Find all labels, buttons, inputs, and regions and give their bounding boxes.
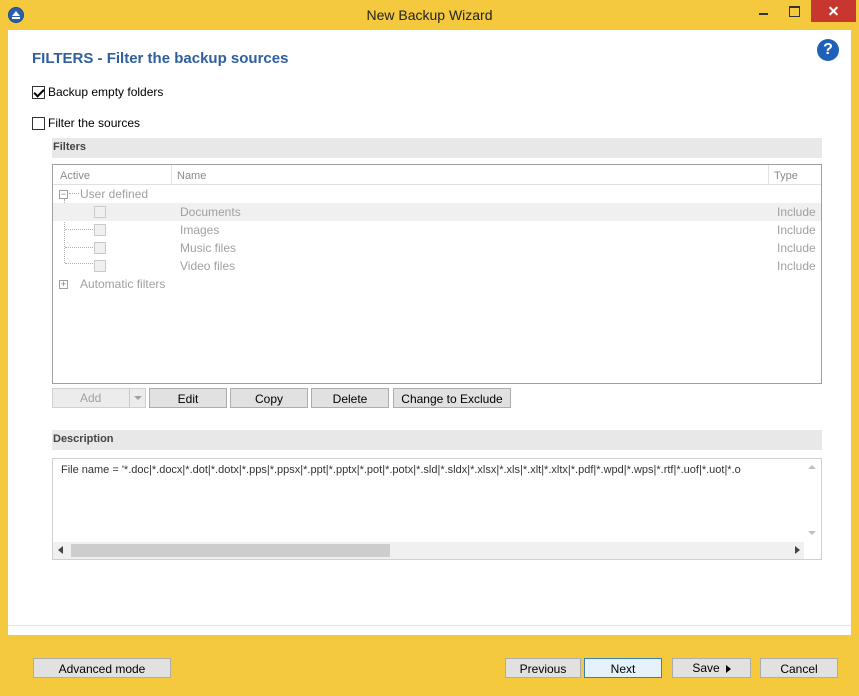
advanced-mode-button[interactable]: Advanced mode bbox=[33, 658, 171, 678]
wizard-window: New Backup Wizard FILTERS - Filter the b… bbox=[0, 0, 859, 696]
filters-section-header: Filters bbox=[52, 138, 822, 158]
column-active: Active bbox=[60, 170, 90, 182]
copy-filter-button[interactable]: Copy bbox=[230, 388, 308, 408]
filter-name: Images bbox=[180, 223, 220, 237]
filter-row[interactable]: Documents Include bbox=[53, 203, 821, 221]
filter-active-checkbox[interactable] bbox=[94, 260, 106, 272]
page-title: FILTERS - Filter the backup sources bbox=[32, 50, 289, 67]
filter-active-checkbox[interactable] bbox=[94, 224, 106, 236]
expand-icon[interactable]: + bbox=[59, 280, 68, 289]
backup-empty-folders-label: Backup empty folders bbox=[48, 85, 164, 99]
column-divider bbox=[171, 165, 172, 185]
edit-filter-button[interactable]: Edit bbox=[149, 388, 227, 408]
filter-type: Include bbox=[777, 241, 816, 255]
filter-row[interactable]: Video files Include bbox=[53, 257, 821, 275]
filter-active-checkbox[interactable] bbox=[94, 206, 106, 218]
description-box: File name = '*.doc|*.docx|*.dot|*.dotx|*… bbox=[52, 458, 822, 560]
filter-sources-option[interactable]: Filter the sources bbox=[32, 116, 140, 130]
collapse-icon[interactable]: − bbox=[59, 190, 68, 199]
column-type: Type bbox=[774, 170, 798, 182]
title-bar: New Backup Wizard bbox=[0, 0, 859, 30]
wizard-content: FILTERS - Filter the backup sources ? Ba… bbox=[8, 30, 851, 635]
filter-name: Documents bbox=[180, 205, 241, 219]
triangle-right-icon bbox=[725, 664, 731, 673]
filters-tree: Active Name Type − User defined Document… bbox=[52, 164, 822, 384]
filter-sources-checkbox[interactable] bbox=[32, 116, 45, 130]
tree-group-label: User defined bbox=[80, 187, 149, 201]
tree-group-label: Automatic filters bbox=[80, 277, 166, 291]
close-button[interactable] bbox=[811, 0, 856, 22]
minimize-button[interactable] bbox=[749, 0, 777, 22]
help-icon[interactable]: ? bbox=[817, 39, 839, 61]
filter-sources-label: Filter the sources bbox=[48, 116, 141, 130]
backup-empty-folders-option[interactable]: Backup empty folders bbox=[32, 85, 163, 99]
change-to-exclude-button[interactable]: Change to Exclude bbox=[393, 388, 511, 408]
cancel-button[interactable]: Cancel bbox=[760, 658, 838, 678]
vertical-scrollbar[interactable] bbox=[804, 459, 821, 543]
scroll-right-icon[interactable] bbox=[793, 546, 801, 554]
scroll-down-icon[interactable] bbox=[808, 529, 816, 537]
backup-empty-folders-checkbox[interactable] bbox=[32, 85, 45, 99]
column-name: Name bbox=[177, 170, 207, 182]
filter-active-checkbox[interactable] bbox=[94, 242, 106, 254]
filter-name: Video files bbox=[180, 259, 236, 273]
window-title: New Backup Wizard bbox=[366, 7, 493, 23]
chevron-down-icon[interactable] bbox=[129, 389, 145, 407]
filter-row[interactable]: Images Include bbox=[53, 221, 821, 239]
filter-row[interactable]: Music files Include bbox=[53, 239, 821, 257]
filters-tree-header: Active Name Type bbox=[53, 165, 821, 185]
save-label: Save bbox=[692, 661, 720, 675]
scroll-up-icon[interactable] bbox=[808, 463, 816, 471]
delete-filter-button[interactable]: Delete bbox=[311, 388, 389, 408]
previous-button[interactable]: Previous bbox=[505, 658, 581, 678]
filter-type: Include bbox=[777, 259, 816, 273]
description-section-header: Description bbox=[52, 430, 822, 450]
filter-type: Include bbox=[777, 223, 816, 237]
next-button[interactable]: Next bbox=[584, 658, 662, 678]
save-button[interactable]: Save bbox=[672, 658, 751, 678]
tree-group-user-defined[interactable]: − User defined bbox=[53, 185, 821, 203]
filter-name: Music files bbox=[180, 241, 237, 255]
add-filter-dropdown[interactable]: Add bbox=[52, 388, 146, 408]
description-text: File name = '*.doc|*.docx|*.dot|*.dotx|*… bbox=[61, 464, 741, 476]
tree-group-automatic-filters[interactable]: + Automatic filters bbox=[53, 275, 821, 293]
column-divider bbox=[768, 165, 769, 185]
scroll-left-icon[interactable] bbox=[58, 546, 66, 554]
footer-divider bbox=[8, 625, 851, 626]
add-label: Add bbox=[80, 391, 102, 405]
scrollbar-thumb[interactable] bbox=[71, 544, 390, 557]
filter-type: Include bbox=[777, 205, 816, 219]
horizontal-scrollbar[interactable] bbox=[53, 542, 804, 559]
maximize-button[interactable] bbox=[780, 0, 808, 22]
